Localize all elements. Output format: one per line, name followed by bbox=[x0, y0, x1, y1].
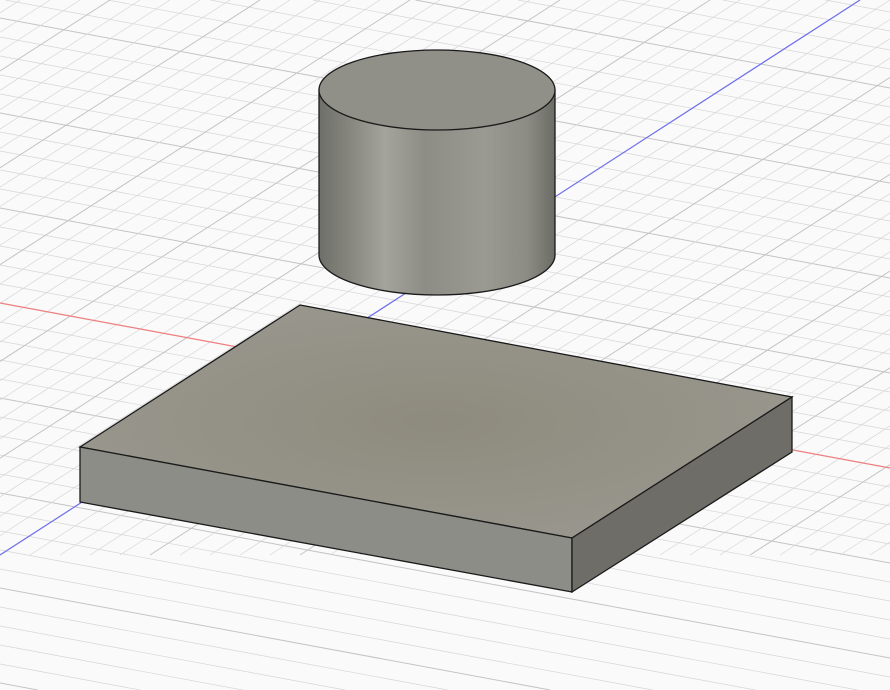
box-body[interactable] bbox=[78, 304, 794, 594]
grid-line bbox=[0, 0, 51, 33]
grid-line bbox=[749, 464, 890, 556]
3d-viewport[interactable] bbox=[0, 0, 890, 690]
grid-line bbox=[0, 587, 551, 690]
grid-line bbox=[620, 0, 890, 51]
grid-line bbox=[0, 0, 141, 91]
grid-line bbox=[839, 522, 890, 556]
grid-line bbox=[0, 644, 243, 690]
grid-line bbox=[0, 0, 231, 149]
cylinder-body[interactable] bbox=[318, 49, 556, 296]
grid-line bbox=[869, 541, 890, 556]
grid-line bbox=[0, 606, 448, 690]
grid-line bbox=[809, 503, 890, 556]
cylinder-top-face[interactable] bbox=[318, 49, 556, 131]
grid-line bbox=[0, 0, 21, 14]
grid-line bbox=[0, 549, 756, 690]
grid-line bbox=[0, 663, 141, 690]
grid-line bbox=[0, 0, 351, 227]
grid-line bbox=[779, 483, 890, 556]
grid-line bbox=[0, 0, 81, 52]
grid-line bbox=[0, 625, 346, 690]
grid-line bbox=[0, 0, 201, 130]
grid-line bbox=[0, 682, 38, 690]
grid-line bbox=[0, 0, 321, 207]
